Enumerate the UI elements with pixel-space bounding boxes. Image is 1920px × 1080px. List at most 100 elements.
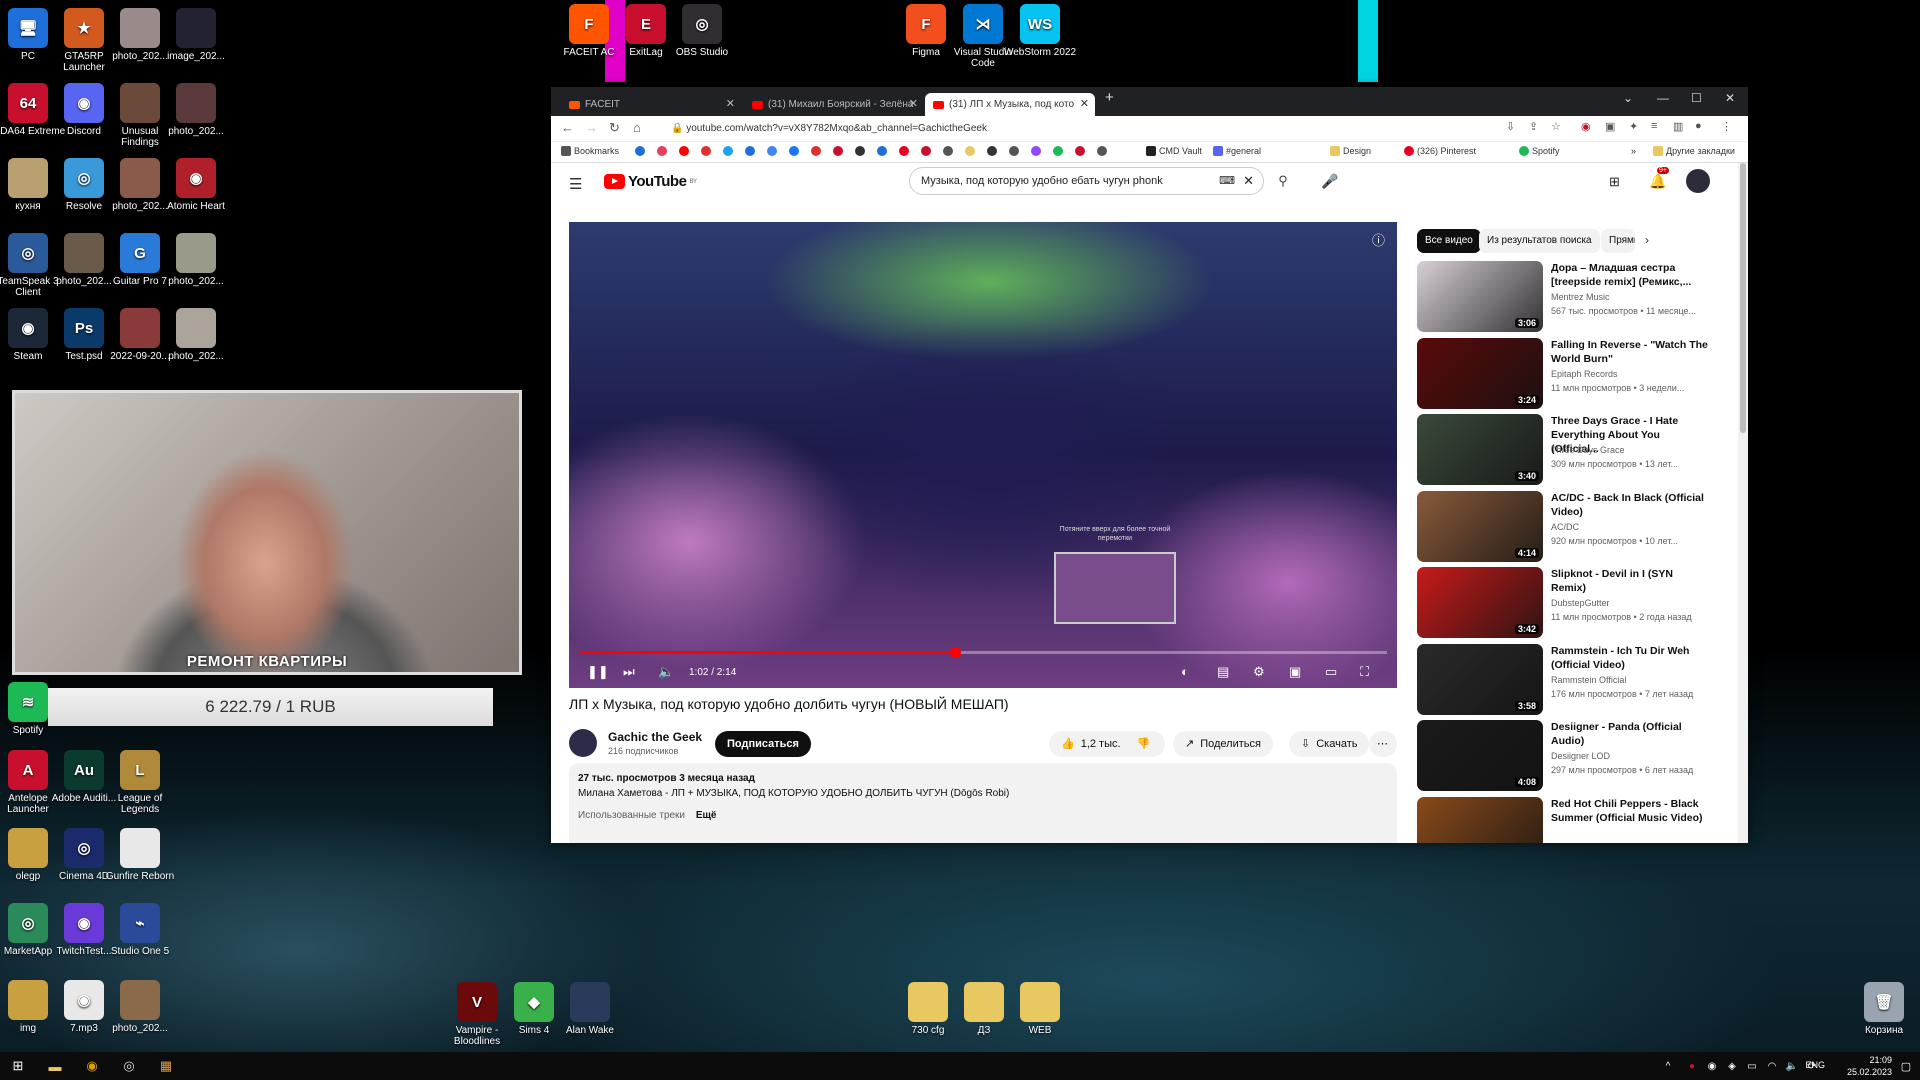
description-box[interactable]: 27 тыс. просмотров 3 месяца назад Милана… bbox=[569, 763, 1397, 843]
install-icon[interactable]: ⇩ bbox=[1506, 120, 1515, 133]
pause-icon[interactable]: ❚❚ bbox=[587, 664, 609, 680]
maximize-icon[interactable]: ☐ bbox=[1691, 91, 1702, 105]
notifications-bell-icon[interactable]: 🔔 bbox=[1649, 173, 1666, 190]
desktop-icon[interactable]: WEB bbox=[1002, 982, 1078, 1036]
desktop-icon[interactable]: L League of Legends bbox=[102, 750, 178, 815]
bookmark-item[interactable]: #general bbox=[1213, 146, 1261, 156]
bookmark-favicon-icon[interactable] bbox=[1075, 146, 1085, 156]
bookmark-favicon-icon[interactable] bbox=[635, 146, 645, 156]
thumbs-up-icon[interactable]: 👍 bbox=[1061, 731, 1075, 757]
video-thumbnail[interactable]: 3:40 bbox=[1417, 414, 1543, 485]
recommendation-title[interactable]: Rammstein - Ich Tu Dir Weh (Official Vid… bbox=[1551, 644, 1709, 672]
opera-extension-icon[interactable]: ◉ bbox=[1581, 120, 1591, 133]
recommendation-item[interactable]: 4:14 AC/DC - Back In Black (Official Vide… bbox=[1417, 490, 1717, 563]
bookmark-favicon-icon[interactable] bbox=[811, 146, 821, 156]
bookmark-item[interactable]: Bookmarks bbox=[561, 146, 619, 156]
recommendation-channel[interactable]: Three Days Grace bbox=[1551, 445, 1625, 455]
bookmark-favicon-icon[interactable] bbox=[1031, 146, 1041, 156]
chevron-right-icon[interactable]: › bbox=[1645, 233, 1649, 247]
recommendation-title[interactable]: Desiigner - Panda (Official Audio) bbox=[1551, 720, 1709, 748]
chip-all-videos[interactable]: Все видео bbox=[1417, 229, 1481, 253]
tab-boyarsky[interactable]: (31) Михаил Боярский - Зелёна ✕ bbox=[744, 93, 924, 116]
tray-overflow-chevron-icon[interactable]: ^ bbox=[1658, 1056, 1678, 1076]
keyboard-icon[interactable]: ⌨ bbox=[1219, 168, 1235, 194]
reload-icon[interactable]: ↻ bbox=[609, 120, 620, 136]
desktop-icon[interactable]: photo_202... bbox=[158, 233, 234, 287]
back-icon[interactable]: ← bbox=[561, 120, 574, 135]
tab-current-video[interactable]: (31) ЛП х Музыка, под кото ✕ bbox=[925, 93, 1095, 116]
menu-kebab-icon[interactable]: ⋮ bbox=[1721, 120, 1732, 133]
close-tab-icon[interactable]: ✕ bbox=[1080, 93, 1089, 116]
download-button[interactable]: ⇩ Скачать bbox=[1289, 731, 1370, 757]
bookmark-favicon-icon[interactable] bbox=[855, 146, 865, 156]
bookmark-favicon-icon[interactable] bbox=[745, 146, 755, 156]
subtitles-icon[interactable]: ▤ bbox=[1217, 664, 1229, 680]
desktop-icon[interactable]: ◎ OBS Studio bbox=[664, 4, 740, 58]
wifi-icon[interactable]: ◠ bbox=[1762, 1056, 1782, 1076]
obs-taskbar-icon[interactable]: ◎ bbox=[119, 1056, 139, 1076]
chip-live[interactable]: Прямы bbox=[1601, 229, 1635, 253]
forward-icon[interactable]: → bbox=[585, 120, 598, 135]
recommendation-channel[interactable]: Mentrez Music bbox=[1551, 292, 1610, 302]
video-thumbnail[interactable]: 3:42 bbox=[1417, 567, 1543, 638]
channel-name[interactable]: Gachic the Geek bbox=[608, 730, 702, 744]
clear-search-icon[interactable]: ✕ bbox=[1243, 168, 1254, 194]
app-taskbar-icon[interactable]: ▦ bbox=[156, 1056, 176, 1076]
recommendation-title[interactable]: Red Hot Chili Peppers - Black Summer (Of… bbox=[1551, 797, 1709, 825]
desktop-icon[interactable]: photo_202... bbox=[158, 83, 234, 137]
desktop-icon[interactable]: Gunfire Reborn bbox=[102, 828, 178, 882]
like-count[interactable]: 1,2 тыс. bbox=[1081, 731, 1121, 757]
reading-list-icon[interactable]: ≡ bbox=[1651, 120, 1657, 132]
other-bookmarks[interactable]: Другие закладки bbox=[1653, 146, 1735, 156]
puzzle-extensions-icon[interactable]: ✦ bbox=[1629, 120, 1638, 133]
tab-faceit[interactable]: FACEIT ✕ bbox=[561, 93, 741, 116]
system-clock[interactable]: 21:09 25.02.2023 bbox=[1847, 1054, 1892, 1078]
input-language[interactable]: ENG bbox=[1805, 1060, 1825, 1070]
hamburger-menu-icon[interactable]: ☰ bbox=[569, 175, 582, 193]
bookmark-favicon-icon[interactable] bbox=[657, 146, 667, 156]
recommendation-channel[interactable]: DubstepGutter bbox=[1551, 598, 1610, 608]
desktop-icon[interactable]: photo_202... bbox=[102, 980, 178, 1034]
desktop-icon[interactable]: photo_202... bbox=[158, 308, 234, 362]
video-thumbnail[interactable]: 4:08 bbox=[1417, 720, 1543, 791]
show-more-link[interactable]: Ещё bbox=[696, 810, 717, 821]
recommendation-item[interactable]: 4:08 Desiigner - Panda (Official Audio) De… bbox=[1417, 720, 1717, 792]
channel-avatar[interactable] bbox=[569, 729, 597, 757]
scrollbar-thumb[interactable] bbox=[1740, 163, 1746, 433]
close-tab-icon[interactable]: ✕ bbox=[909, 93, 918, 116]
profile-avatar-icon[interactable]: ● bbox=[1695, 120, 1702, 132]
recommendation-title[interactable]: Дора – Младшая сестра [treepside remix] … bbox=[1551, 261, 1709, 289]
video-thumbnail[interactable]: 4:14 bbox=[1417, 490, 1543, 562]
recommendation-title[interactable]: AC/DC - Back In Black (Official Video) bbox=[1551, 491, 1709, 519]
minimize-icon[interactable]: — bbox=[1657, 91, 1669, 105]
desktop-icon[interactable]: WS WebStorm 2022 bbox=[1002, 4, 1078, 58]
youtube-logo[interactable]: YouTube BY bbox=[604, 173, 697, 190]
bookmark-favicon-icon[interactable] bbox=[899, 146, 909, 156]
start-windows-icon[interactable]: ⊞ bbox=[8, 1056, 28, 1076]
search-input[interactable]: Музыка, под которую удобно ебать чугун p… bbox=[909, 167, 1264, 195]
microphone-icon[interactable]: 🎤 bbox=[1321, 173, 1338, 190]
miniplayer-icon[interactable]: ▣ bbox=[1289, 664, 1301, 680]
thumbs-down-icon[interactable]: 👎 bbox=[1137, 731, 1151, 757]
more-actions-button[interactable]: ⋯ bbox=[1369, 731, 1397, 757]
speaker-icon[interactable]: 🔈 bbox=[1782, 1056, 1802, 1076]
desktop-icon[interactable]: Alan Wake bbox=[552, 982, 628, 1036]
tray-app-icon[interactable]: ● bbox=[1682, 1056, 1702, 1076]
address-bar[interactable]: 🔒 youtube.com/watch?v=vX8Y782Mxqo&ab_cha… bbox=[661, 119, 1501, 139]
sidebar-icon[interactable]: ▥ bbox=[1673, 120, 1683, 133]
fullscreen-icon[interactable]: ⛶ bbox=[1360, 664, 1369, 680]
bookmark-favicon-icon[interactable] bbox=[1009, 146, 1019, 156]
close-window-icon[interactable]: ✕ bbox=[1725, 91, 1735, 105]
bookmark-favicon-icon[interactable] bbox=[965, 146, 975, 156]
home-icon[interactable]: ⌂ bbox=[633, 120, 641, 135]
autoplay-toggle[interactable]: ◐ bbox=[1181, 664, 1189, 679]
video-thumbnail[interactable]: 3:06 bbox=[1417, 261, 1543, 332]
info-icon[interactable]: ⓘ bbox=[1372, 230, 1385, 249]
new-tab-button[interactable]: + bbox=[1105, 89, 1114, 106]
recommendation-item[interactable]: 3:42 Slipknot - Devil in I (SYN Remix) Dub… bbox=[1417, 567, 1717, 639]
tray-app-icon[interactable]: ◉ bbox=[1702, 1056, 1722, 1076]
bookmark-favicon-icon[interactable] bbox=[921, 146, 931, 156]
recommendation-title[interactable]: Slipknot - Devil in I (SYN Remix) bbox=[1551, 567, 1709, 595]
next-video-icon[interactable]: ⏭ bbox=[623, 664, 635, 680]
bookmark-favicon-icon[interactable] bbox=[701, 146, 711, 156]
